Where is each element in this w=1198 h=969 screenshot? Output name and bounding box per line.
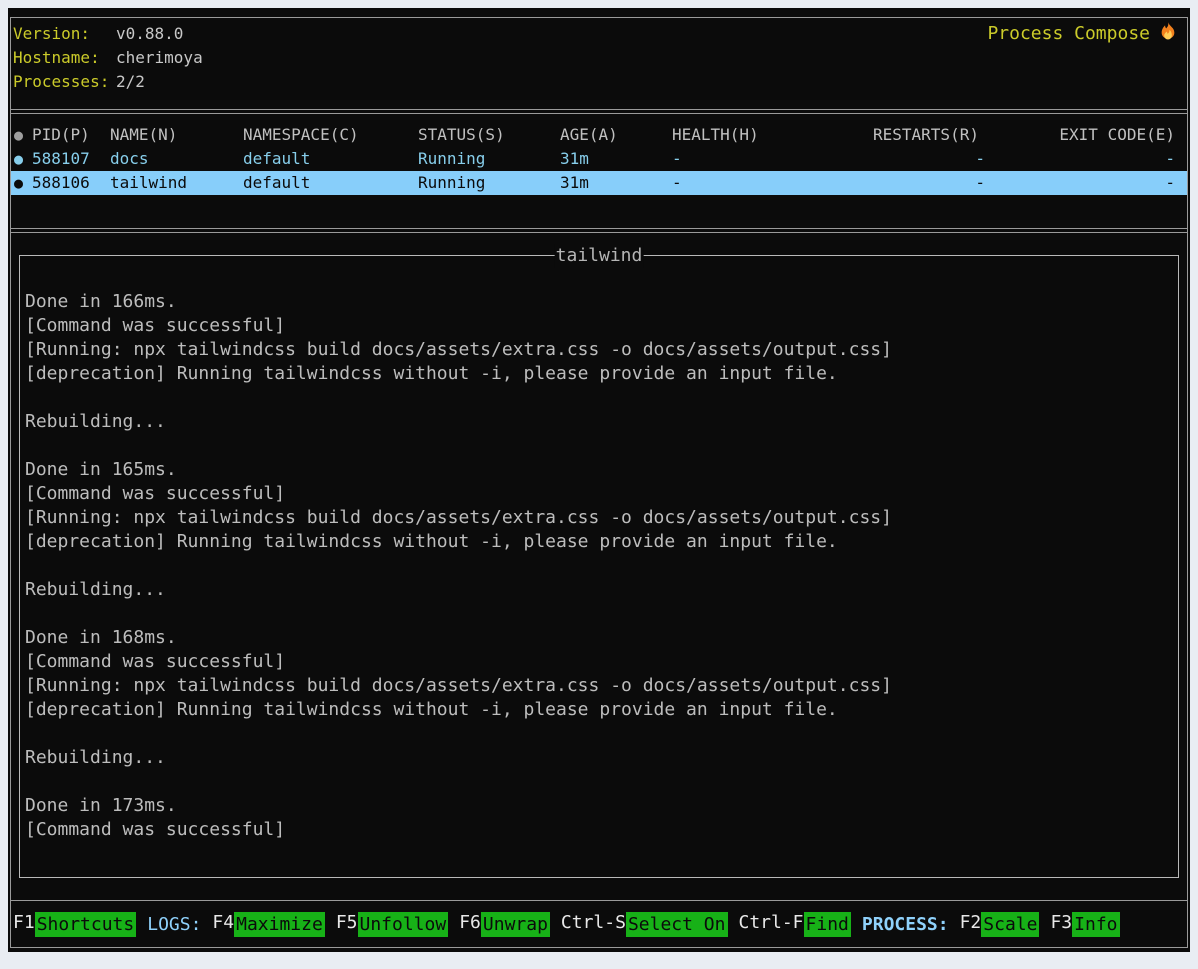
flame-icon xyxy=(1158,21,1178,48)
log-line: [Command was successful] xyxy=(25,818,1173,842)
hotkey-chip: Maximize xyxy=(234,912,325,937)
version-label: Version: xyxy=(13,22,116,46)
hotkey-chip: Info xyxy=(1072,912,1119,937)
table-row-docs[interactable]: ● 588107 docs default Running 31m - - - xyxy=(11,147,1187,171)
cell-name: docs xyxy=(110,147,243,171)
log-line xyxy=(25,554,1173,578)
status-dot-icon: ● xyxy=(14,171,32,195)
log-line: [deprecation] Running tailwindcss withou… xyxy=(25,362,1173,386)
hotkey-key: F2 xyxy=(960,912,982,937)
log-line xyxy=(25,722,1173,746)
cell-exit-code: - xyxy=(985,147,1187,171)
processes-value: 2/2 xyxy=(116,72,145,91)
log-section: tailwind Done in 166ms. [Command was suc… xyxy=(10,232,1188,901)
hotkey-ctrl-s-select-on[interactable]: Ctrl-SSelect On xyxy=(561,912,728,937)
status-bar: F1Shortcuts LOGS: F4Maximize F5Unfollow … xyxy=(10,901,1188,948)
hotkey-chip: Unwrap xyxy=(481,912,550,937)
version-value: v0.88.0 xyxy=(116,24,183,43)
hotkey-ctrl-f-find[interactable]: Ctrl-FFind xyxy=(739,912,851,937)
hotkey-f5-unfollow[interactable]: F5Unfollow xyxy=(336,912,448,937)
hotkey-f4-maximize[interactable]: F4Maximize xyxy=(212,912,324,937)
cell-status: Running xyxy=(418,147,560,171)
processes-field: Processes:2/2 xyxy=(13,70,1185,94)
hotkey-chip: Unfollow xyxy=(358,912,449,937)
process-table: ● PID(P) NAME(N) NAMESPACE(C) STATUS(S) … xyxy=(10,113,1188,229)
log-line xyxy=(25,434,1173,458)
hostname-value: cherimoya xyxy=(116,48,203,67)
cell-age: 31m xyxy=(560,171,672,195)
log-line: Done in 166ms. xyxy=(25,290,1173,314)
app-title-text: Process Compose xyxy=(987,22,1150,46)
hotkey-key: F4 xyxy=(212,912,234,937)
log-line: Rebuilding... xyxy=(25,746,1173,770)
process-section-label: PROCESS: xyxy=(862,914,949,935)
log-line xyxy=(25,770,1173,794)
table-row-tailwind-selected[interactable]: ● 588106 tailwind default Running 31m - … xyxy=(11,171,1187,195)
header-panel: Version:v0.88.0 Hostname:cherimoya Proce… xyxy=(10,17,1188,110)
hotkey-f2-scale[interactable]: F2Scale xyxy=(960,912,1040,937)
cell-health: - xyxy=(672,171,873,195)
cell-age: 31m xyxy=(560,147,672,171)
log-line: Rebuilding... xyxy=(25,578,1173,602)
col-pid[interactable]: PID(P) xyxy=(32,123,110,147)
log-line: Rebuilding... xyxy=(25,410,1173,434)
hotkey-f6-unwrap[interactable]: F6Unwrap xyxy=(459,912,550,937)
status-dot-icon: ● xyxy=(14,123,32,147)
log-line xyxy=(25,386,1173,410)
log-line: [Command was successful] xyxy=(25,650,1173,674)
cell-pid: 588106 xyxy=(32,171,110,195)
log-line: [Command was successful] xyxy=(25,482,1173,506)
hotkey-key: Ctrl-S xyxy=(561,912,626,937)
log-line: [Running: npx tailwindcss build docs/ass… xyxy=(25,506,1173,530)
col-status[interactable]: STATUS(S) xyxy=(418,123,560,147)
cell-exit-code: - xyxy=(985,171,1187,195)
cell-namespace: default xyxy=(243,171,418,195)
hotkey-key: F6 xyxy=(459,912,481,937)
col-exit-code[interactable]: EXIT CODE(E) xyxy=(985,123,1187,147)
log-content[interactable]: Done in 166ms. [Command was successful] … xyxy=(21,257,1177,876)
cell-namespace: default xyxy=(243,147,418,171)
log-line: [deprecation] Running tailwindcss withou… xyxy=(25,530,1173,554)
log-line: [Running: npx tailwindcss build docs/ass… xyxy=(25,338,1173,362)
app-title: Process Compose xyxy=(987,22,1178,46)
status-dot-icon: ● xyxy=(14,147,32,171)
col-restarts[interactable]: RESTARTS(R) xyxy=(873,123,985,147)
cell-restarts: - xyxy=(873,171,985,195)
hotkey-chip: Find xyxy=(804,912,851,937)
hotkey-f3-info[interactable]: F3Info xyxy=(1050,912,1119,937)
log-line: Done in 165ms. xyxy=(25,458,1173,482)
terminal-window: Version:v0.88.0 Hostname:cherimoya Proce… xyxy=(8,8,1190,952)
col-age[interactable]: AGE(A) xyxy=(560,123,672,147)
hotkey-chip: Select On xyxy=(626,912,728,937)
hotkey-key: F1 xyxy=(13,912,35,937)
hostname-field: Hostname:cherimoya xyxy=(13,46,1185,70)
col-namespace[interactable]: NAMESPACE(C) xyxy=(243,123,418,147)
log-panel[interactable]: tailwind Done in 166ms. [Command was suc… xyxy=(19,255,1179,878)
log-line xyxy=(25,602,1173,626)
hostname-label: Hostname: xyxy=(13,46,116,70)
hotkey-chip: Shortcuts xyxy=(35,912,137,937)
cell-health: - xyxy=(672,147,873,171)
log-line: Done in 173ms. xyxy=(25,794,1173,818)
cell-name: tailwind xyxy=(110,171,243,195)
log-line: [Running: npx tailwindcss build docs/ass… xyxy=(25,674,1173,698)
cell-status: Running xyxy=(418,171,560,195)
logs-section-label: LOGS: xyxy=(147,914,201,935)
col-health[interactable]: HEALTH(H) xyxy=(672,123,873,147)
process-compose-screen: { "app": { "title": "Process Compose", "… xyxy=(0,0,1198,969)
log-line: Done in 168ms. xyxy=(25,626,1173,650)
cell-pid: 588107 xyxy=(32,147,110,171)
hotkey-chip: Scale xyxy=(981,912,1039,937)
hotkey-key: Ctrl-F xyxy=(739,912,804,937)
processes-label: Processes: xyxy=(13,70,116,94)
log-line: [deprecation] Running tailwindcss withou… xyxy=(25,698,1173,722)
hotkey-f1-shortcuts[interactable]: F1Shortcuts xyxy=(13,912,136,937)
hotkey-key: F3 xyxy=(1050,912,1072,937)
log-line: [Command was successful] xyxy=(25,314,1173,338)
cell-restarts: - xyxy=(873,147,985,171)
hotkey-key: F5 xyxy=(336,912,358,937)
table-header-row: ● PID(P) NAME(N) NAMESPACE(C) STATUS(S) … xyxy=(11,123,1187,147)
col-name[interactable]: NAME(N) xyxy=(110,123,243,147)
